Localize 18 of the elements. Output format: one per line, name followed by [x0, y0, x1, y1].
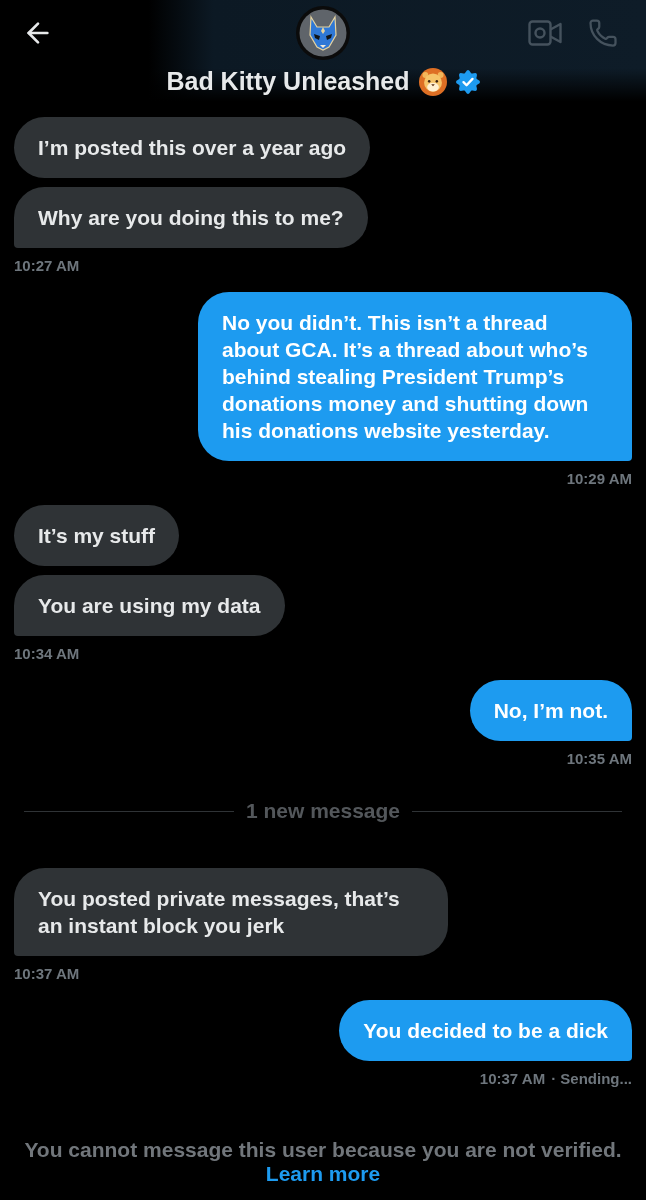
message-time: 10:29 AM [566, 468, 632, 489]
sending-status: · Sending... [551, 1068, 632, 1089]
not-verified-notice: You cannot message this user because you are not verified. [24, 1138, 622, 1162]
contact-name: Bad Kitty Unleashed [166, 66, 410, 98]
message-bubble[interactable]: You are using my data [14, 575, 285, 636]
cat-mask-avatar-icon[interactable] [295, 5, 351, 61]
message-bubble[interactable]: You posted private messages, that’s an instant block you jerk [14, 868, 448, 956]
new-message-divider-label: 1 new message [245, 798, 401, 825]
lion-face-icon [418, 68, 447, 96]
message-time: 10:34 AM [14, 643, 80, 664]
message-time: 10:27 AM [14, 255, 80, 276]
message-time: 10:37 AM [14, 963, 80, 984]
message-bubble[interactable]: I’m posted this over a year ago [14, 117, 371, 178]
learn-more-link[interactable]: Learn more [265, 1162, 381, 1186]
message-time: 10:37 AM [479, 1068, 546, 1089]
message-bubble[interactable]: It’s my stuff [14, 505, 180, 566]
message-time: 10:35 AM [566, 748, 632, 769]
message-bubble[interactable]: Why are you doing this to me? [14, 187, 368, 248]
